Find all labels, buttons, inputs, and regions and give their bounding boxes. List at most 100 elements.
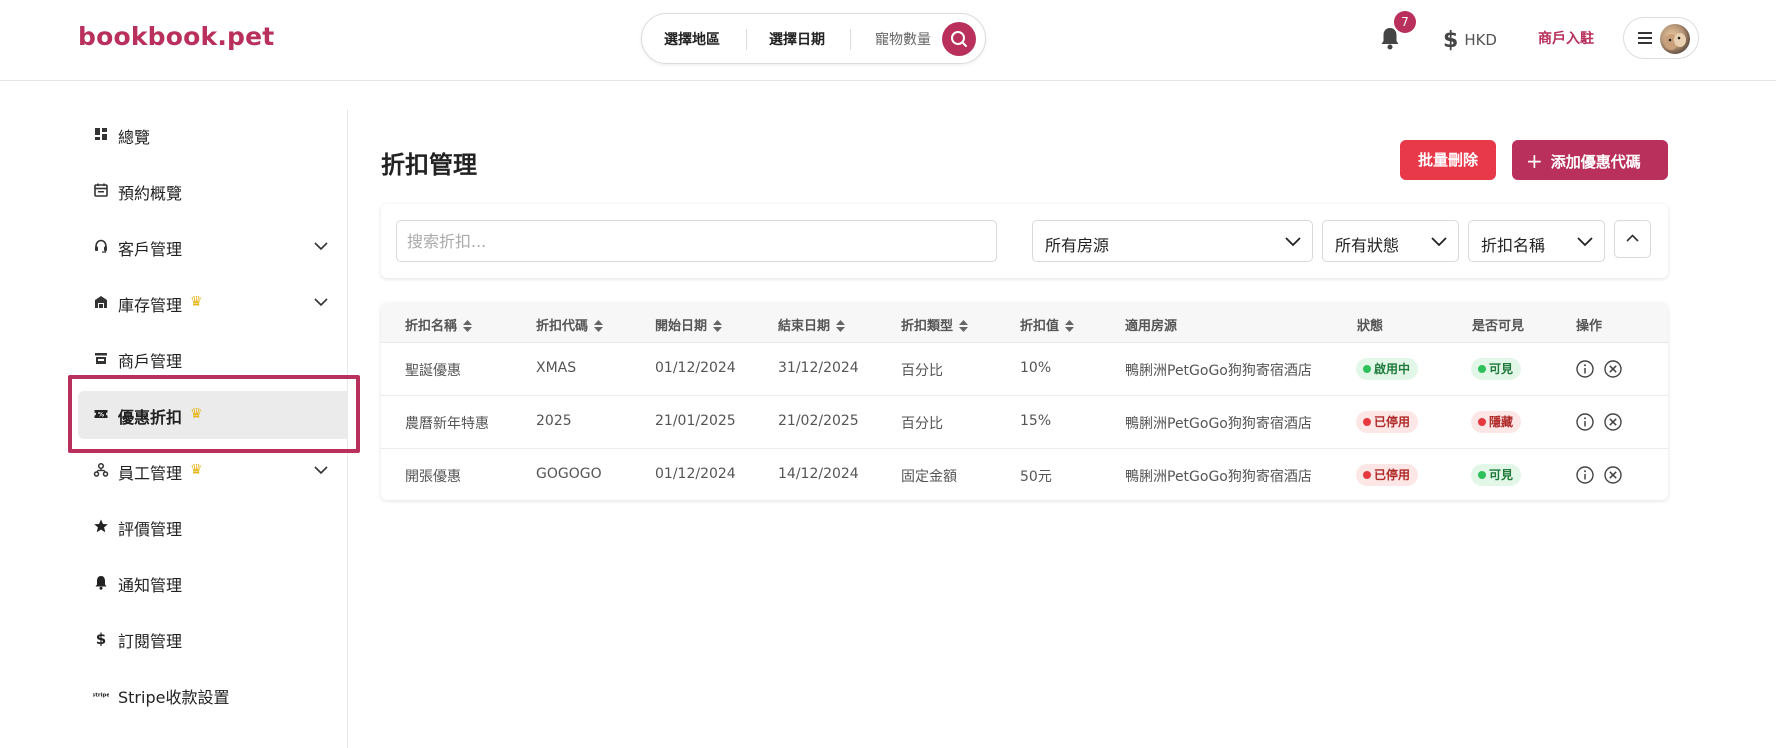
discount-search-input[interactable] xyxy=(396,220,997,262)
sidebar-item-bookings[interactable]: 預約概覽 xyxy=(78,167,348,215)
sort-icon xyxy=(713,320,723,332)
crown-icon: ♛ xyxy=(190,462,203,478)
sort-select[interactable]: 折扣名稱 xyxy=(1468,220,1605,262)
batch-delete-button[interactable]: 批量刪除 xyxy=(1400,140,1496,180)
chevron-down-icon xyxy=(314,242,328,251)
dollar-icon: $ xyxy=(96,630,106,646)
dashboard-icon xyxy=(95,128,107,140)
column-header-value[interactable]: 折扣值 xyxy=(1020,315,1075,334)
headset-icon xyxy=(95,239,107,253)
store-icon xyxy=(95,296,107,308)
status-badge: 已停用 xyxy=(1356,464,1419,486)
applicable-property: 鴨脷洲PetGoGo狗狗寄宿酒店 xyxy=(1125,363,1312,379)
column-header-code[interactable]: 折扣代碼 xyxy=(536,315,604,334)
region-selector[interactable]: 選擇地區 xyxy=(664,29,720,49)
sidebar-item-label: 優惠折扣 xyxy=(118,408,183,427)
discount-code: GOGOGO xyxy=(536,466,602,482)
sort-value: 折扣名稱 xyxy=(1481,236,1546,255)
search-button[interactable] xyxy=(942,22,976,56)
column-header-actions: 操作 xyxy=(1576,319,1603,334)
end-date: 31/12/2024 xyxy=(778,360,859,376)
sort-icon xyxy=(594,320,604,332)
discount-type: 百分比 xyxy=(901,416,943,432)
applicable-property: 鴨脷洲PetGoGo狗狗寄宿酒店 xyxy=(1125,416,1312,432)
sidebar-item-label: 預約概覽 xyxy=(118,184,183,203)
divider xyxy=(850,29,851,50)
visibility-badge: 隱藏 xyxy=(1471,411,1522,433)
sort-icon xyxy=(959,320,969,332)
delete-icon[interactable] xyxy=(1603,359,1623,379)
add-discount-code-button[interactable]: + 添加優惠代碼 xyxy=(1512,140,1668,180)
search-icon xyxy=(951,31,967,47)
end-date: 14/12/2024 xyxy=(778,466,859,482)
currency-selector[interactable]: $ HKD xyxy=(1443,26,1497,53)
team-icon xyxy=(93,462,109,477)
sidebar-item-reviews[interactable]: 評價管理 xyxy=(78,503,348,551)
date-selector[interactable]: 選擇日期 xyxy=(769,29,825,49)
chevron-down-icon xyxy=(1285,237,1301,247)
column-header-start-date[interactable]: 開始日期 xyxy=(655,315,723,334)
table-header: 折扣名稱 折扣代碼 開始日期 結束日期 折扣類型 折扣值 適用房源 狀態 是否可… xyxy=(381,303,1668,343)
discount-type: 固定金額 xyxy=(901,469,957,485)
discount-value: 10% xyxy=(1020,360,1052,376)
sidebar-item-inventory[interactable]: 庫存管理 ♛ xyxy=(78,279,348,327)
sidebar-item-label: 訂閱管理 xyxy=(118,632,183,651)
table-row: 農曆新年特惠 2025 21/01/2025 21/02/2025 百分比 15… xyxy=(381,396,1668,449)
column-header-property: 適用房源 xyxy=(1125,319,1178,334)
column-header-name[interactable]: 折扣名稱 xyxy=(405,315,473,334)
discount-value: 50元 xyxy=(1020,469,1052,485)
column-header-end-date[interactable]: 結束日期 xyxy=(778,315,846,334)
sidebar-item-stripe[interactable]: stripe Stripe收款設置 xyxy=(78,671,348,719)
delete-icon[interactable] xyxy=(1603,465,1623,485)
user-menu-button[interactable] xyxy=(1623,17,1699,59)
info-icon[interactable] xyxy=(1575,359,1595,379)
stripe-icon: stripe xyxy=(93,693,109,699)
discount-name: 聖誕優惠 xyxy=(405,363,461,379)
property-filter-value: 所有房源 xyxy=(1045,236,1110,255)
column-header-status: 狀態 xyxy=(1357,319,1384,334)
sidebar-item-subscription[interactable]: $ 訂閱管理 xyxy=(78,615,348,663)
sidebar-item-label: 通知管理 xyxy=(118,576,183,595)
avatar xyxy=(1660,24,1690,54)
chevron-up-icon xyxy=(1626,234,1639,242)
start-date: 01/12/2024 xyxy=(655,466,736,482)
svg-text:%: % xyxy=(98,411,104,418)
collapse-filters-button[interactable] xyxy=(1614,220,1651,258)
visibility-badge: 可見 xyxy=(1471,464,1522,486)
notification-count-badge: 7 xyxy=(1394,11,1416,33)
sort-icon xyxy=(463,320,473,332)
merchant-signup-link[interactable]: 商戶入駐 xyxy=(1538,28,1594,48)
info-icon[interactable] xyxy=(1575,465,1595,485)
status-badge: 啟用中 xyxy=(1356,358,1419,380)
sidebar-item-overview[interactable]: 總覽 xyxy=(78,111,348,159)
sidebar-item-label: 評價管理 xyxy=(118,520,183,539)
status-filter-select[interactable]: 所有狀態 xyxy=(1322,220,1459,262)
start-date: 01/12/2024 xyxy=(655,360,736,376)
sidebar-item-label: 員工管理 xyxy=(118,464,183,483)
filter-bar: 所有房源 所有狀態 折扣名稱 xyxy=(381,204,1668,278)
shop-icon xyxy=(95,353,107,364)
column-header-visible: 是否可見 xyxy=(1472,319,1525,334)
top-header: bookbook.pet 選擇地區 選擇日期 寵物數量 7 $ HKD 商戶入駐 xyxy=(0,0,1776,81)
sidebar-item-merchant[interactable]: 商戶管理 xyxy=(78,335,348,383)
star-icon xyxy=(94,519,108,533)
info-icon[interactable] xyxy=(1575,412,1595,432)
column-header-type[interactable]: 折扣類型 xyxy=(901,315,969,334)
calendar-icon xyxy=(94,183,108,197)
sidebar-item-discounts[interactable]: % 優惠折扣 ♛ xyxy=(78,391,348,439)
sidebar-item-notifications[interactable]: 通知管理 xyxy=(78,559,348,607)
dollar-icon: $ xyxy=(1443,28,1459,53)
delete-icon[interactable] xyxy=(1603,412,1623,432)
applicable-property: 鴨脷洲PetGoGo狗狗寄宿酒店 xyxy=(1125,469,1312,485)
pet-count-selector[interactable]: 寵物數量 xyxy=(875,29,931,49)
start-date: 21/01/2025 xyxy=(655,413,736,429)
sidebar-item-staff[interactable]: 員工管理 ♛ xyxy=(78,447,348,495)
sidebar-item-label: 庫存管理 xyxy=(118,296,183,315)
table-row: 聖誕優惠 XMAS 01/12/2024 31/12/2024 百分比 10% … xyxy=(381,343,1668,396)
brand-logo[interactable]: bookbook.pet xyxy=(78,22,274,51)
property-filter-select[interactable]: 所有房源 xyxy=(1032,220,1313,262)
svg-text:stripe: stripe xyxy=(93,693,109,699)
sidebar-item-customers[interactable]: 客戶管理 xyxy=(78,223,348,271)
plus-icon: + xyxy=(1526,149,1543,173)
chevron-down-icon xyxy=(1577,237,1593,247)
